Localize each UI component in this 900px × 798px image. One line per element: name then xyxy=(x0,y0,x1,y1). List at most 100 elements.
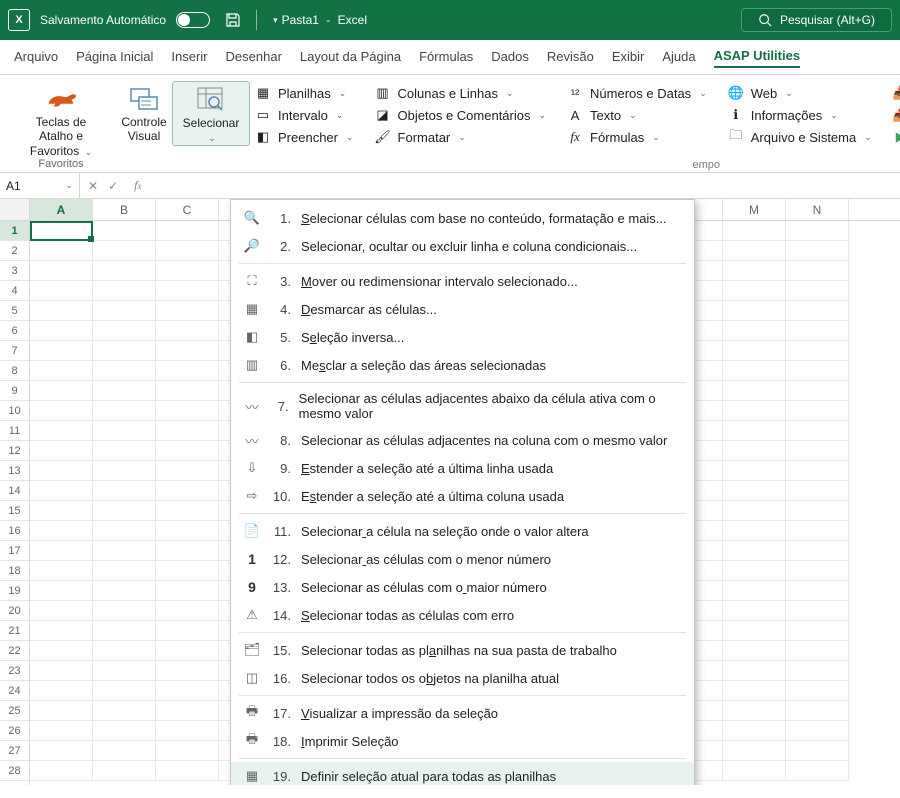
cell[interactable] xyxy=(723,421,786,441)
cell[interactable] xyxy=(93,441,156,461)
row-header[interactable]: 13 xyxy=(0,461,29,481)
cell[interactable] xyxy=(93,681,156,701)
row-header[interactable]: 12 xyxy=(0,441,29,461)
cell[interactable] xyxy=(156,641,219,661)
cell[interactable] xyxy=(93,621,156,641)
cell[interactable] xyxy=(93,241,156,261)
document-title[interactable]: ▾ Pasta1 - Excel xyxy=(273,13,367,27)
tab-asap-utilities[interactable]: ASAP Utilities xyxy=(714,48,800,68)
cell[interactable] xyxy=(723,401,786,421)
info-menu[interactable]: ℹInformações⌄ xyxy=(727,107,872,123)
cell[interactable] xyxy=(93,601,156,621)
cell[interactable] xyxy=(723,361,786,381)
cell[interactable] xyxy=(723,221,786,241)
row-header[interactable]: 21 xyxy=(0,621,29,641)
row-header[interactable]: 6 xyxy=(0,321,29,341)
cell[interactable] xyxy=(786,521,849,541)
cell[interactable] xyxy=(30,661,93,681)
cell[interactable] xyxy=(786,741,849,761)
cell[interactable] xyxy=(723,301,786,321)
cell[interactable] xyxy=(156,561,219,581)
cell[interactable] xyxy=(723,761,786,781)
menu-item[interactable]: ◧5.Seleção inversa... xyxy=(231,323,694,351)
tab-file[interactable]: Arquivo xyxy=(14,49,58,67)
select-all-corner[interactable] xyxy=(0,199,29,221)
cell[interactable] xyxy=(30,481,93,501)
cell[interactable] xyxy=(30,721,93,741)
cell[interactable] xyxy=(786,421,849,441)
cell[interactable] xyxy=(723,581,786,601)
menu-item[interactable]: 🔎2.Selecionar, ocultar ou excluir linha … xyxy=(231,232,694,260)
cell[interactable] xyxy=(723,621,786,641)
row-header[interactable]: 25 xyxy=(0,701,29,721)
search-box[interactable]: Pesquisar (Alt+G) xyxy=(741,8,892,32)
cell[interactable] xyxy=(723,681,786,701)
cell[interactable] xyxy=(786,681,849,701)
menu-item[interactable]: ⚠14.Selecionar todas as células com erro xyxy=(231,601,694,629)
cell[interactable] xyxy=(786,621,849,641)
import-menu[interactable]: 📥Im xyxy=(892,85,900,101)
cell[interactable] xyxy=(93,341,156,361)
cell[interactable] xyxy=(723,481,786,501)
cell[interactable] xyxy=(723,441,786,461)
cell[interactable] xyxy=(93,661,156,681)
columns-rows-menu[interactable]: ▥Colunas e Linhas⌄ xyxy=(374,85,547,101)
cell[interactable] xyxy=(156,281,219,301)
menu-item[interactable]: 〰8.Selecionar as células adjacentes na c… xyxy=(231,426,694,454)
cell[interactable] xyxy=(30,621,93,641)
cell[interactable] xyxy=(30,301,93,321)
cell[interactable] xyxy=(30,521,93,541)
export-menu[interactable]: 📤Ex xyxy=(892,107,900,123)
cell[interactable] xyxy=(93,281,156,301)
tab-page-layout[interactable]: Layout da Página xyxy=(300,49,401,67)
cell[interactable] xyxy=(786,641,849,661)
cell[interactable] xyxy=(93,261,156,281)
menu-item[interactable]: ⇨10.Estender a seleção até a última colu… xyxy=(231,482,694,510)
cell[interactable] xyxy=(786,561,849,581)
cell[interactable] xyxy=(723,341,786,361)
range-menu[interactable]: ▭Intervalo⌄ xyxy=(254,107,354,123)
menu-item[interactable]: 🗂15.Selecionar todas as planilhas na sua… xyxy=(231,636,694,664)
cell[interactable] xyxy=(723,321,786,341)
cell[interactable] xyxy=(786,221,849,241)
cell[interactable] xyxy=(30,501,93,521)
cell[interactable] xyxy=(30,541,93,561)
cell[interactable] xyxy=(156,481,219,501)
cell[interactable] xyxy=(786,361,849,381)
cell[interactable] xyxy=(156,701,219,721)
cell[interactable] xyxy=(30,401,93,421)
row-header[interactable]: 10 xyxy=(0,401,29,421)
cell[interactable] xyxy=(723,641,786,661)
cell[interactable] xyxy=(30,641,93,661)
text-menu[interactable]: ATexto⌄ xyxy=(566,107,707,123)
cell[interactable] xyxy=(93,541,156,561)
name-box[interactable]: A1 ⌄ xyxy=(0,173,80,198)
cell[interactable] xyxy=(93,641,156,661)
cell[interactable] xyxy=(93,581,156,601)
row-header[interactable]: 3 xyxy=(0,261,29,281)
cell[interactable] xyxy=(786,301,849,321)
cell[interactable] xyxy=(786,661,849,681)
cell[interactable] xyxy=(30,741,93,761)
cell[interactable] xyxy=(723,241,786,261)
row-header[interactable]: 9 xyxy=(0,381,29,401)
cell[interactable] xyxy=(30,261,93,281)
row-header[interactable]: 23 xyxy=(0,661,29,681)
cell[interactable] xyxy=(786,761,849,781)
row-header[interactable]: 26 xyxy=(0,721,29,741)
cell[interactable] xyxy=(30,461,93,481)
cell[interactable] xyxy=(723,461,786,481)
tab-formulas[interactable]: Fórmulas xyxy=(419,49,473,67)
cell[interactable] xyxy=(93,741,156,761)
cell[interactable] xyxy=(156,381,219,401)
menu-item[interactable]: 〰7.Selecionar as células adjacentes abai… xyxy=(231,386,694,426)
cell[interactable] xyxy=(93,381,156,401)
save-button[interactable] xyxy=(220,7,246,33)
cell[interactable] xyxy=(30,761,93,781)
cell[interactable] xyxy=(723,601,786,621)
cell[interactable] xyxy=(30,361,93,381)
cell[interactable] xyxy=(786,481,849,501)
cell[interactable] xyxy=(786,581,849,601)
cell[interactable] xyxy=(156,341,219,361)
menu-item[interactable]: 🖶18.Imprimir Seleção xyxy=(231,727,694,755)
